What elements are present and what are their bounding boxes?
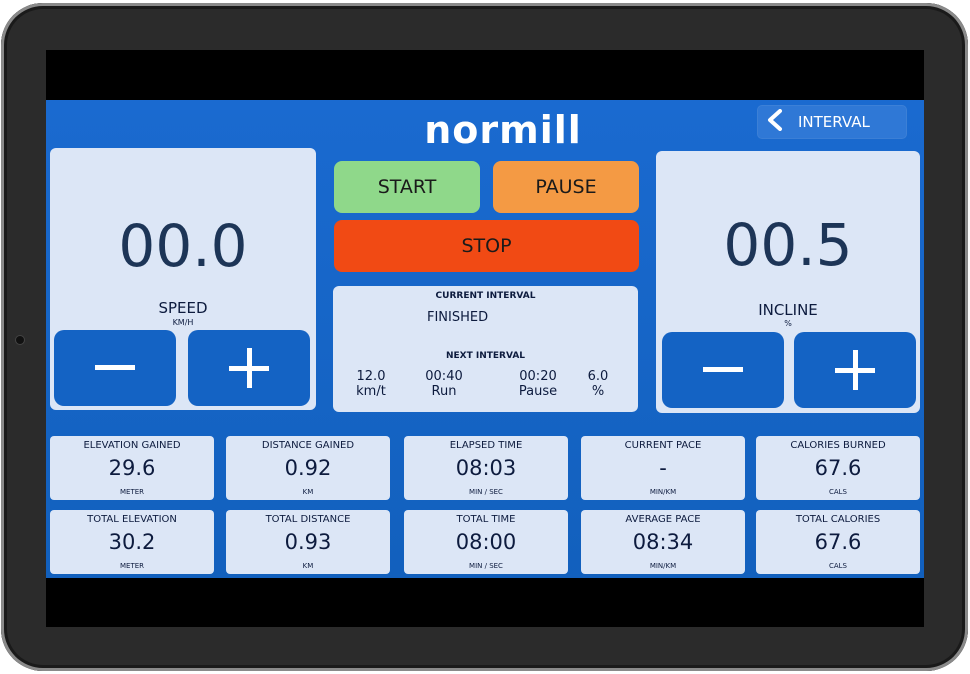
speed-value: 00.0	[118, 212, 248, 280]
pause-button[interactable]: PAUSE	[493, 161, 639, 213]
stat-value: 67.6	[814, 456, 862, 480]
stat-unit: MIN/KM	[649, 562, 677, 570]
back-label: INTERVAL	[798, 113, 870, 131]
speed-label: SPEED	[158, 299, 208, 317]
next-speed: 12.0 km/t	[353, 369, 389, 399]
incline-panel: 00.5 INCLINE %	[656, 151, 920, 413]
speed-unit: KM/H	[172, 318, 194, 327]
incline-increase-button[interactable]	[794, 332, 916, 408]
stat-current-pace: CURRENT PACE - MIN/KM	[581, 436, 745, 500]
stat-unit: KM	[302, 488, 314, 496]
stat-elevation-gained: ELEVATION GAINED 29.6 METER	[50, 436, 214, 500]
stat-value: -	[659, 456, 667, 480]
stat-unit: METER	[119, 562, 145, 570]
stat-distance-gained: DISTANCE GAINED 0.92 KM	[226, 436, 390, 500]
stat-unit: MIN/KM	[649, 488, 677, 496]
start-button[interactable]: START	[334, 161, 480, 213]
stat-value: 30.2	[108, 530, 156, 554]
stat-unit: MIN / SEC	[469, 488, 503, 496]
next-speed-label: km/t	[356, 384, 386, 399]
stat-title: DISTANCE GAINED	[261, 440, 355, 451]
current-interval-status: FINISHED	[427, 310, 489, 325]
stat-title: ELEVATION GAINED	[83, 440, 181, 451]
stat-average-pace: AVERAGE PACE 08:34 MIN/KM	[581, 510, 745, 574]
stat-title: TOTAL ELEVATION	[87, 514, 177, 525]
stat-value: 08:00	[455, 530, 517, 554]
plus-icon	[229, 348, 269, 388]
stat-value: 0.93	[284, 530, 332, 554]
next-speed-value: 12.0	[356, 369, 386, 384]
stat-title: AVERAGE PACE	[625, 514, 701, 525]
next-run-value: 00:40	[425, 369, 463, 384]
stat-unit: CALS	[828, 562, 848, 570]
stat-total-elevation: TOTAL ELEVATION 30.2 METER	[50, 510, 214, 574]
camera-dot	[16, 336, 24, 344]
plus-icon	[835, 350, 875, 390]
next-pause-label: Pause	[518, 384, 558, 399]
next-run-label: Run	[431, 384, 457, 399]
stat-unit: METER	[119, 488, 145, 496]
stat-value: 67.6	[814, 530, 862, 554]
stat-title: CALORIES BURNED	[790, 440, 886, 451]
stat-title: TOTAL CALORIES	[795, 514, 881, 525]
stat-title: ELAPSED TIME	[449, 440, 523, 451]
stat-unit: CALS	[828, 488, 848, 496]
brand-logo: normill	[424, 108, 582, 152]
stat-value: 08:34	[632, 530, 694, 554]
stat-elapsed-time: ELAPSED TIME 08:03 MIN / SEC	[404, 436, 568, 500]
next-pause: 00:20 Pause	[513, 369, 563, 399]
chevron-left-icon	[766, 109, 786, 135]
stat-total-calories: TOTAL CALORIES 67.6 CALS	[756, 510, 920, 574]
minus-icon	[95, 365, 135, 370]
stat-title: TOTAL TIME	[456, 514, 516, 525]
incline-label: INCLINE	[758, 301, 818, 319]
speed-decrease-button[interactable]	[54, 330, 176, 406]
stat-value: 29.6	[108, 456, 156, 480]
stat-unit: MIN / SEC	[469, 562, 503, 570]
next-interval-title: NEXT INTERVAL	[445, 351, 526, 361]
incline-unit: %	[784, 319, 792, 328]
next-incline: 6.0 %	[581, 369, 615, 399]
stop-button[interactable]: STOP	[334, 220, 639, 272]
minus-icon	[703, 367, 743, 372]
stat-total-distance: TOTAL DISTANCE 0.93 KM	[226, 510, 390, 574]
treadmill-screen: normill INTERVAL 00.0 SPEED KM/H START P…	[46, 100, 924, 578]
next-incline-label: %	[591, 384, 605, 399]
incline-value: 00.5	[723, 211, 853, 279]
next-incline-value: 6.0	[587, 369, 609, 384]
next-pause-value: 00:20	[519, 369, 557, 384]
stat-title: CURRENT PACE	[624, 440, 702, 451]
stat-value: 0.92	[284, 456, 332, 480]
back-to-interval-button[interactable]: INTERVAL	[758, 106, 906, 138]
incline-decrease-button[interactable]	[662, 332, 784, 408]
stat-total-time: TOTAL TIME 08:00 MIN / SEC	[404, 510, 568, 574]
stat-value: 08:03	[455, 456, 517, 480]
stat-title: TOTAL DISTANCE	[265, 514, 351, 525]
stat-calories-burned: CALORIES BURNED 67.6 CALS	[756, 436, 920, 500]
next-run: 00:40 Run	[421, 369, 467, 399]
stat-unit: KM	[302, 562, 314, 570]
current-interval-title: CURRENT INTERVAL	[435, 291, 536, 301]
speed-panel: 00.0 SPEED KM/H	[50, 148, 316, 410]
speed-increase-button[interactable]	[188, 330, 310, 406]
interval-panel: CURRENT INTERVAL FINISHED NEXT INTERVAL …	[333, 286, 638, 412]
